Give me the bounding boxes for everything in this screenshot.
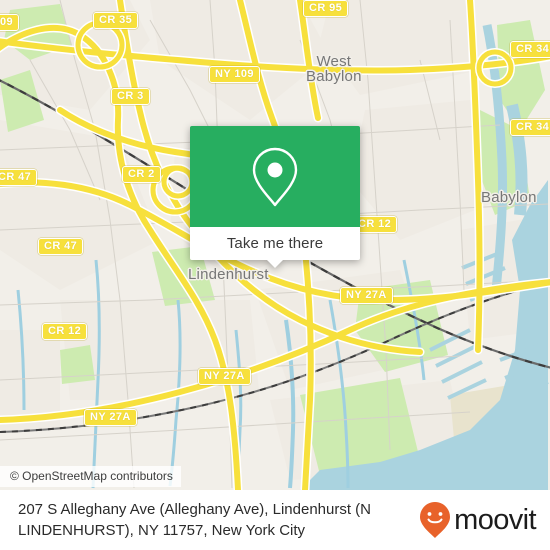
road-shield-cr47-edge[interactable]: CR 47 [0,169,38,186]
moovit-map-screenshot: West Babylon Babylon Lindenhurst 09 CR 3… [0,0,550,550]
map-pin-icon [252,147,298,206]
road-shield-cr2[interactable]: CR 2 [122,166,161,183]
road-shield-cr47[interactable]: CR 47 [38,238,84,255]
take-me-there-label: Take me there [226,235,324,252]
road-shield-cr34-south[interactable]: CR 34 [510,119,550,136]
road-shield-ny109-partial[interactable]: 09 [0,14,20,31]
callout-pin-area [190,126,360,227]
moovit-wordmark: moovit [454,504,536,536]
footer-bar: 207 S Alleghany Ave (Alleghany Ave), Lin… [0,490,550,550]
road-shield-ny109[interactable]: NY 109 [209,66,260,83]
destination-callout-card[interactable]: Take me there [190,126,360,268]
map-canvas[interactable]: West Babylon Babylon Lindenhurst 09 CR 3… [0,0,550,490]
road-shield-cr3[interactable]: CR 3 [111,88,150,105]
road-shield-cr95[interactable]: CR 95 [303,0,349,17]
callout-tail [266,259,284,268]
map-attribution[interactable]: © OpenStreetMap contributors [0,466,181,487]
road-shield-cr34-north[interactable]: CR 34 [510,41,550,58]
road-shield-cr12-west[interactable]: CR 12 [42,323,88,340]
road-shield-cr35[interactable]: CR 35 [93,12,139,29]
road-shield-ny27a-west[interactable]: NY 27A [84,409,137,426]
road-shield-ny27a-east[interactable]: NY 27A [340,287,393,304]
moovit-logo[interactable]: moovit [418,500,537,540]
address-text: 207 S Alleghany Ave (Alleghany Ave), Lin… [18,501,372,539]
road-shield-ny27a-mid[interactable]: NY 27A [198,368,251,385]
callout-action-bar[interactable]: Take me there [190,227,360,268]
moovit-pin-icon [420,502,451,538]
